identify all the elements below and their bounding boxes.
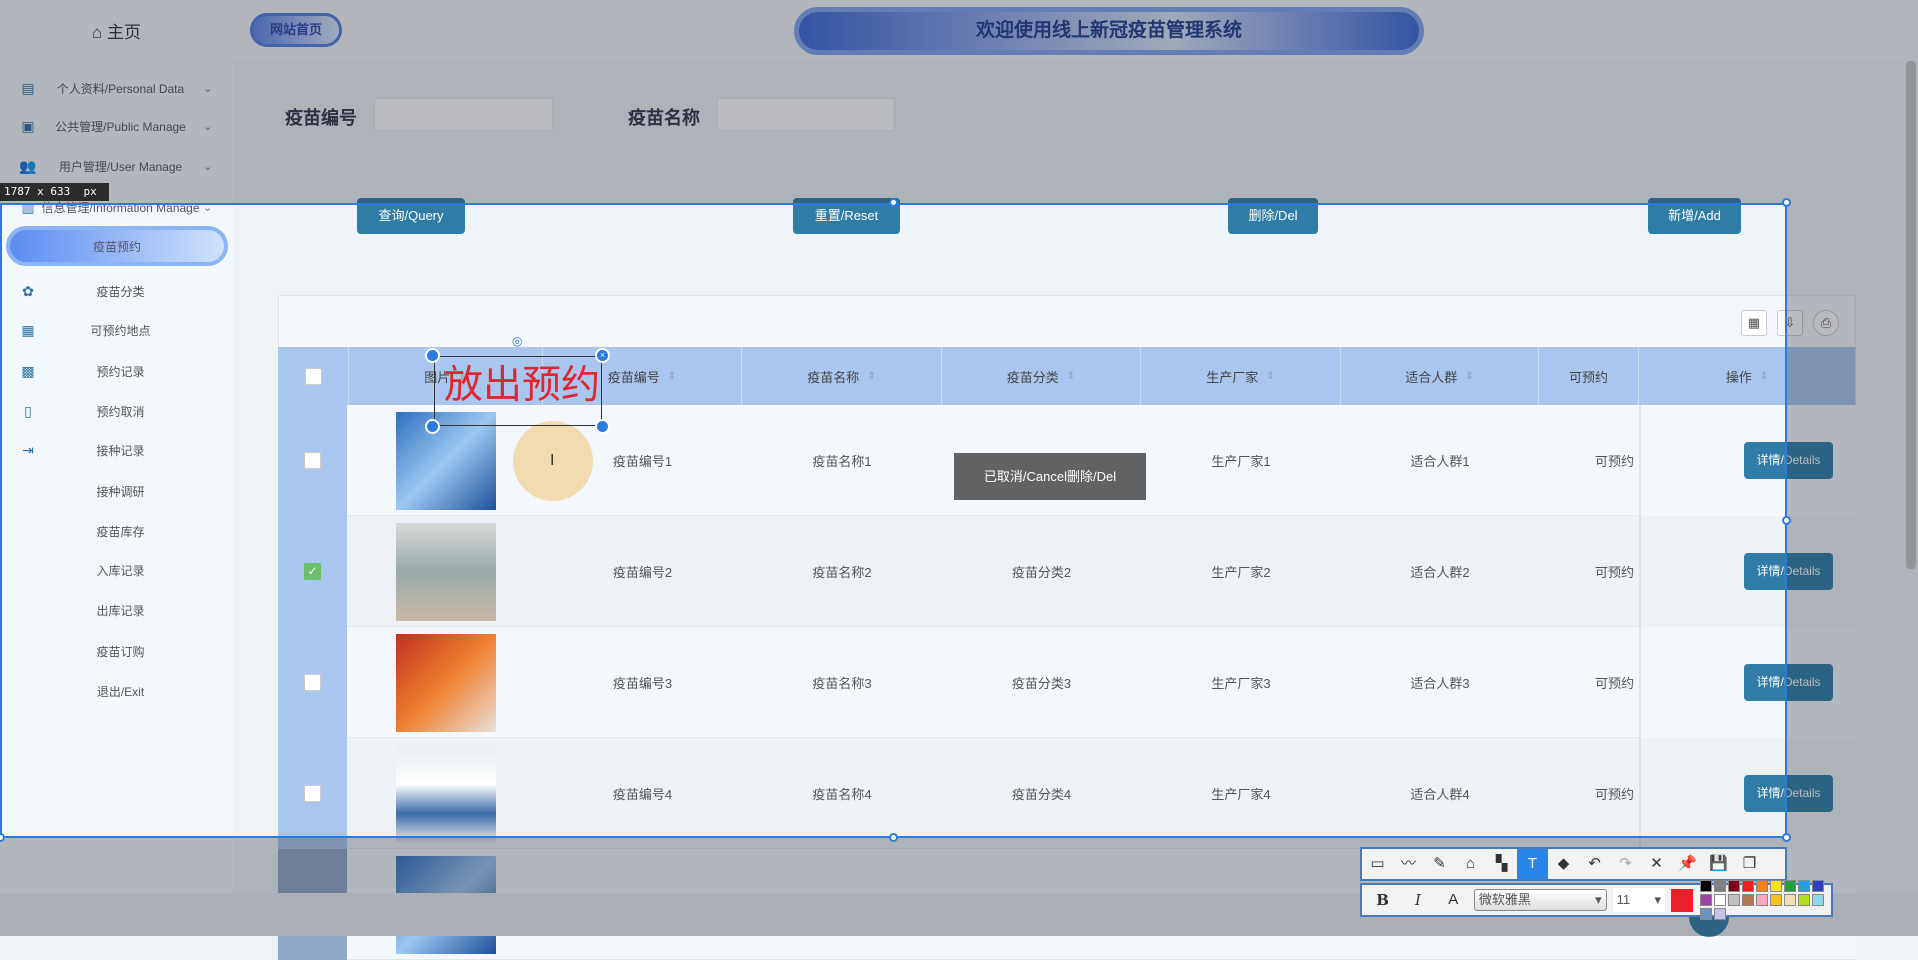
color-swatch[interactable]	[1769, 880, 1782, 892]
color-swatch[interactable]	[1713, 908, 1726, 920]
color-swatch[interactable]	[1727, 894, 1740, 906]
dim-overlay	[0, 0, 1918, 203]
resize-handle[interactable]	[1782, 516, 1791, 525]
text-format-toolbar: B I A 微软雅黑 ▾ 11 ▾	[1360, 880, 1833, 920]
line-tool-icon[interactable]: 〰	[1393, 849, 1424, 879]
color-palette	[1699, 879, 1831, 921]
color-swatch[interactable]	[1699, 894, 1712, 906]
text-annotation[interactable]: 放出预约	[444, 366, 600, 405]
color-swatch[interactable]	[1727, 880, 1740, 892]
pencil-tool-icon[interactable]: ✎	[1424, 849, 1455, 879]
color-swatch[interactable]	[1741, 894, 1754, 906]
font-size-select[interactable]: 11 ▾	[1612, 888, 1666, 912]
highlighter-tool-icon[interactable]: ⌂	[1455, 849, 1486, 879]
annotation-resize-handle[interactable]	[425, 419, 440, 434]
color-swatch[interactable]	[1741, 880, 1754, 892]
save-icon[interactable]: 💾	[1703, 849, 1734, 879]
undo-icon[interactable]: ↶	[1579, 849, 1610, 879]
copy-icon[interactable]: ❐	[1734, 849, 1765, 879]
selection-size-label: 1787 x 633 px	[0, 183, 109, 201]
rotate-handle-icon[interactable]: ◎	[512, 334, 522, 348]
shape-tool-icon[interactable]: ▭	[1362, 849, 1393, 879]
bold-icon[interactable]: B	[1368, 885, 1397, 915]
color-swatch[interactable]	[1769, 894, 1782, 906]
annotation-resize-handle[interactable]	[425, 348, 440, 363]
color-swatch[interactable]	[1797, 880, 1810, 892]
text-tool-icon[interactable]: T	[1517, 849, 1548, 879]
color-swatch[interactable]	[1699, 880, 1712, 892]
annotation-resize-handle[interactable]	[595, 419, 610, 434]
color-swatch[interactable]	[1755, 894, 1768, 906]
outline-text-icon[interactable]: A	[1439, 885, 1468, 915]
color-swatch[interactable]	[1699, 908, 1712, 920]
color-swatch[interactable]	[1713, 894, 1726, 906]
color-swatch[interactable]	[1783, 880, 1796, 892]
annotation-toolbar: ▭ 〰 ✎ ⌂ ▚ T ◆ ↶ ↷ ✕ 📌 💾 ❐	[1360, 847, 1787, 881]
color-swatch[interactable]	[1755, 880, 1768, 892]
eraser-tool-icon[interactable]: ◆	[1548, 849, 1579, 879]
cancel-icon[interactable]: ✕	[1641, 849, 1672, 879]
redo-icon[interactable]: ↷	[1610, 849, 1641, 879]
text-cursor-icon: I	[550, 452, 555, 469]
capture-selection[interactable]	[0, 203, 1787, 838]
mosaic-tool-icon[interactable]: ▚	[1486, 849, 1517, 879]
color-swatch[interactable]	[1797, 894, 1810, 906]
color-swatch[interactable]	[1811, 894, 1824, 906]
pin-icon[interactable]: 📌	[1672, 849, 1703, 879]
resize-handle[interactable]	[889, 198, 898, 207]
annotation-close-icon[interactable]: ×	[595, 348, 610, 363]
resize-handle[interactable]	[1782, 833, 1791, 842]
dim-overlay	[1787, 203, 1918, 838]
resize-handle[interactable]	[1782, 198, 1791, 207]
current-color-swatch[interactable]	[1671, 888, 1693, 912]
italic-icon[interactable]: I	[1403, 885, 1432, 915]
resize-handle[interactable]	[889, 833, 898, 842]
font-select[interactable]: 微软雅黑 ▾	[1473, 889, 1607, 911]
color-swatch[interactable]	[1713, 880, 1726, 892]
color-swatch[interactable]	[1783, 894, 1796, 906]
color-swatch[interactable]	[1811, 880, 1824, 892]
